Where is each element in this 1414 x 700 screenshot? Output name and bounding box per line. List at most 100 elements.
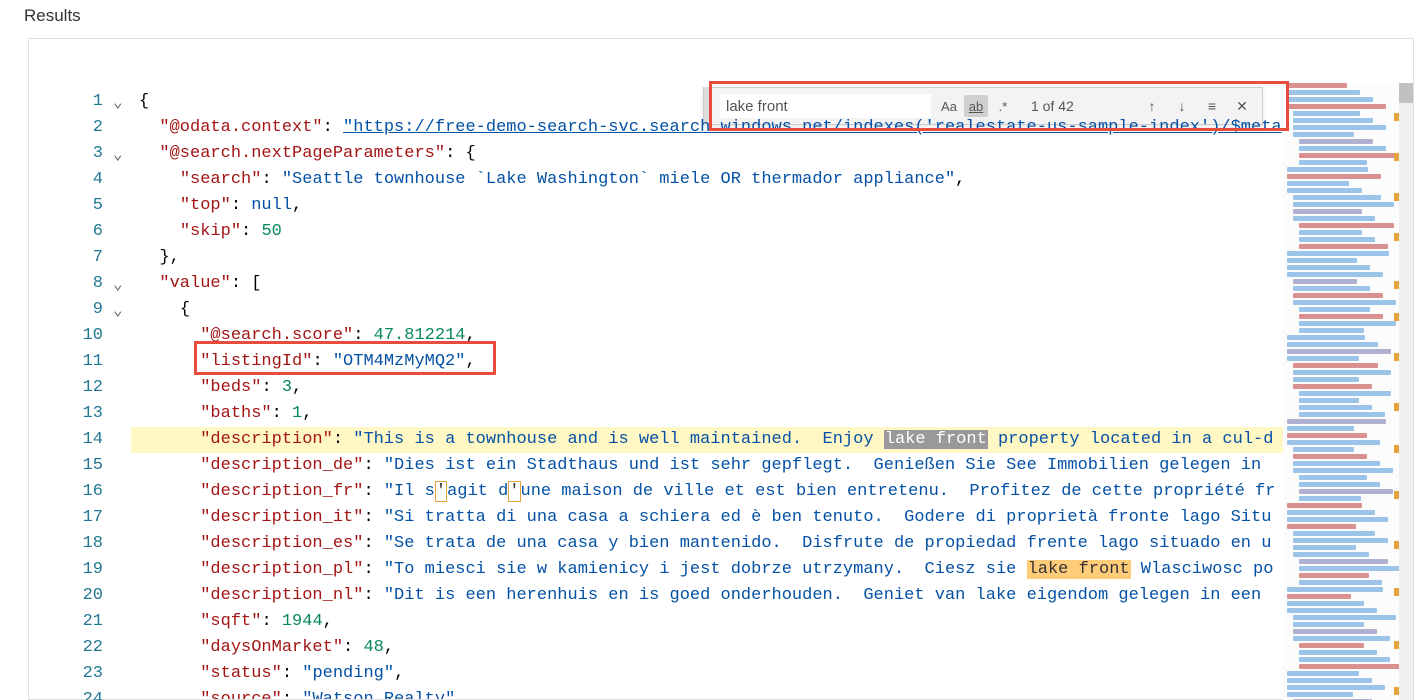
fold-chevron-icon[interactable]	[113, 89, 131, 115]
minimap-line	[1293, 132, 1354, 137]
code-content[interactable]: { "@odata.context": "https://free-demo-s…	[131, 89, 1283, 699]
code-line[interactable]: "listingId": "OTM4MzMyMQ2",	[131, 349, 1283, 375]
minimap-line	[1299, 412, 1385, 417]
minimap-line	[1299, 391, 1391, 396]
code-line[interactable]: "description_de": "Dies ist ein Stadthau…	[131, 453, 1283, 479]
code-line[interactable]: "description_pl": "To miesci sie w kamie…	[131, 557, 1283, 583]
minimap-line	[1299, 223, 1394, 228]
minimap-line	[1287, 167, 1368, 172]
minimap-line	[1299, 650, 1377, 655]
minimap-line	[1299, 237, 1375, 242]
minimap[interactable]	[1283, 83, 1399, 700]
minimap-line	[1293, 209, 1362, 214]
line-number: 3	[29, 141, 111, 167]
minimap-line	[1293, 447, 1354, 452]
minimap-line	[1299, 321, 1396, 326]
code-line[interactable]: "source": "Watson Realty",	[131, 687, 1283, 699]
fold-chevron-icon	[113, 427, 131, 453]
code-line[interactable]: "@search.nextPageParameters": {	[131, 141, 1283, 167]
minimap-line	[1299, 657, 1390, 662]
code-editor[interactable]: Aa ab .* 1 of 42 ↑ ↓ ≡ ✕ 123456789101112…	[28, 38, 1414, 700]
code-line[interactable]: "baths": 1,	[131, 401, 1283, 427]
code-line[interactable]: "description_es": "Se trata de una casa …	[131, 531, 1283, 557]
minimap-line	[1299, 580, 1382, 585]
minimap-line	[1287, 265, 1370, 270]
minimap-line	[1299, 328, 1364, 333]
minimap-line	[1293, 370, 1391, 375]
fold-chevron-icon[interactable]	[113, 297, 131, 323]
line-number: 22	[29, 635, 111, 661]
minimap-line	[1287, 174, 1381, 179]
minimap-line	[1287, 692, 1353, 697]
minimap-line	[1287, 258, 1357, 263]
fold-chevron-icon	[113, 193, 131, 219]
minimap-line	[1287, 601, 1364, 606]
minimap-line	[1287, 510, 1375, 515]
minimap-line	[1299, 643, 1364, 648]
code-line[interactable]: "description_nl": "Dit is een herenhuis …	[131, 583, 1283, 609]
code-line[interactable]: "@search.score": 47.812214,	[131, 323, 1283, 349]
minimap-line	[1293, 384, 1372, 389]
code-line[interactable]: {	[131, 89, 1283, 115]
fold-chevron-icon	[113, 375, 131, 401]
minimap-line	[1287, 188, 1362, 193]
line-number: 14	[29, 427, 111, 453]
fold-chevron-icon	[113, 661, 131, 687]
line-number: 5	[29, 193, 111, 219]
code-line[interactable]: "description_fr": "Il s'agit d'une maiso…	[131, 479, 1283, 505]
results-panel: Results Aa ab .* 1 of 42 ↑ ↓ ≡ ✕ 1234567…	[0, 0, 1414, 700]
minimap-line	[1293, 125, 1386, 130]
minimap-line	[1293, 363, 1378, 368]
code-line[interactable]: "daysOnMarket": 48,	[131, 635, 1283, 661]
fold-chevron-icon	[113, 401, 131, 427]
line-number: 8	[29, 271, 111, 297]
minimap-line	[1293, 279, 1357, 284]
code-line[interactable]: "skip": 50	[131, 219, 1283, 245]
fold-chevron-icon	[113, 479, 131, 505]
code-line[interactable]: {	[131, 297, 1283, 323]
minimap-line	[1287, 272, 1383, 277]
code-line[interactable]: "description_it": "Si tratta di una casa…	[131, 505, 1283, 531]
code-line[interactable]: "status": "pending",	[131, 661, 1283, 687]
minimap-line	[1293, 111, 1360, 116]
fold-chevron-icon	[113, 583, 131, 609]
minimap-line	[1287, 356, 1359, 361]
minimap-line	[1293, 545, 1356, 550]
fold-chevron-icon	[113, 167, 131, 193]
line-number: 1	[29, 89, 111, 115]
minimap-line	[1293, 202, 1394, 207]
minimap-line	[1293, 293, 1383, 298]
line-number: 2	[29, 115, 111, 141]
line-number-gutter: 123456789101112131415161718192021222324	[29, 89, 111, 700]
line-number: 17	[29, 505, 111, 531]
code-line[interactable]: "@odata.context": "https://free-demo-sea…	[131, 115, 1283, 141]
code-line[interactable]: "beds": 3,	[131, 375, 1283, 401]
fold-chevron-icon	[113, 219, 131, 245]
fold-chevron-icon	[113, 323, 131, 349]
minimap-line	[1287, 678, 1372, 683]
minimap-line	[1287, 342, 1378, 347]
code-line[interactable]: "top": null,	[131, 193, 1283, 219]
minimap-line	[1299, 664, 1399, 669]
code-line[interactable]: "sqft": 1944,	[131, 609, 1283, 635]
minimap-line	[1287, 83, 1347, 88]
minimap-line	[1299, 314, 1383, 319]
line-number: 13	[29, 401, 111, 427]
minimap-line	[1287, 335, 1365, 340]
scroll-thumb[interactable]	[1399, 83, 1413, 103]
code-line[interactable]: "search": "Seattle townhouse `Lake Washi…	[131, 167, 1283, 193]
results-header: Results	[0, 0, 1414, 32]
code-line[interactable]: "value": [	[131, 271, 1283, 297]
minimap-line	[1287, 608, 1377, 613]
line-number: 6	[29, 219, 111, 245]
fold-chevron-icon[interactable]	[113, 141, 131, 167]
code-line[interactable]: },	[131, 245, 1283, 271]
code-line[interactable]: "description": "This is a townhouse and …	[131, 427, 1283, 453]
line-number: 12	[29, 375, 111, 401]
minimap-line	[1299, 573, 1369, 578]
fold-chevron-icon[interactable]	[113, 271, 131, 297]
line-number: 11	[29, 349, 111, 375]
minimap-line	[1293, 629, 1377, 634]
vertical-scrollbar[interactable]	[1399, 83, 1413, 700]
minimap-line	[1293, 300, 1396, 305]
